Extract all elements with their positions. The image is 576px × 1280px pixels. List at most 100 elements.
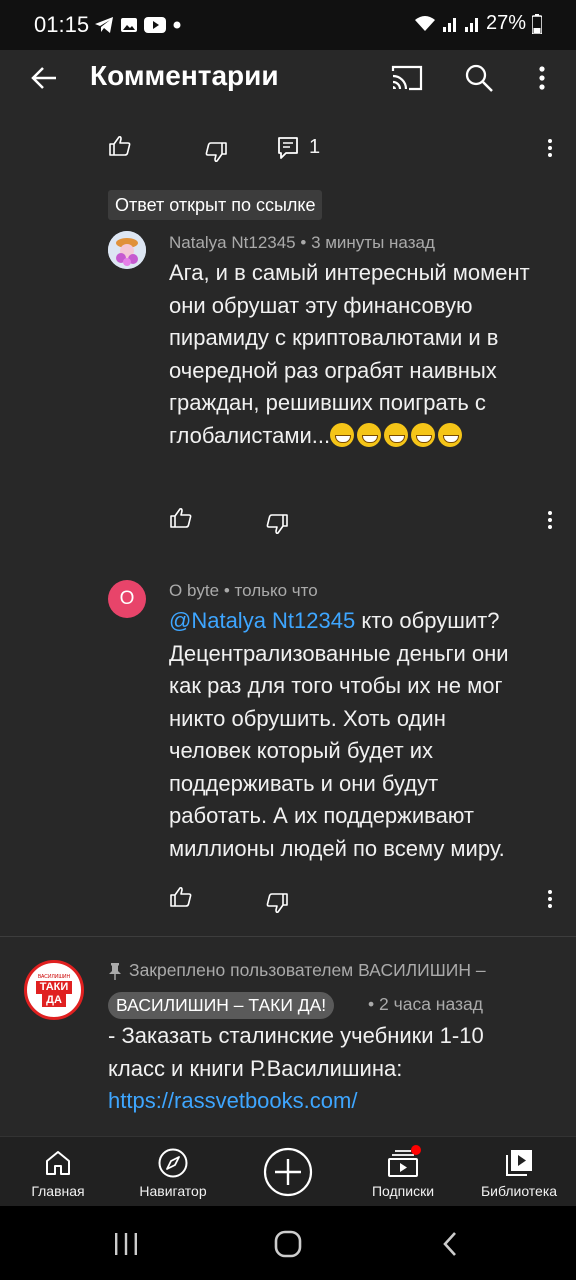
cast-button[interactable] xyxy=(385,56,429,100)
comment-meta: Natalya Nt12345 • 3 минуты назад xyxy=(169,233,435,253)
avatar-logo-text: ВАСИЛИШИН xyxy=(37,973,71,980)
nav-explore[interactable]: Навигатор xyxy=(128,1137,218,1207)
avatar-letter: O xyxy=(119,588,135,609)
like-button[interactable] xyxy=(100,126,140,166)
comment-time: 3 минуты назад xyxy=(311,233,435,252)
nav-subscriptions[interactable]: Подписки xyxy=(358,1137,448,1207)
comment-body: кто обрушит? Децентрализованные деньги о… xyxy=(169,608,509,861)
thumb-down-icon xyxy=(266,893,288,914)
status-right: 27% xyxy=(414,12,542,35)
comment-time: только что xyxy=(234,581,318,600)
pin-icon xyxy=(109,962,121,980)
dislike-button[interactable] xyxy=(196,132,236,172)
signal-icon-2 xyxy=(464,17,478,32)
status-notification-icons xyxy=(94,13,182,37)
comment-text: @Natalya Nt12345 кто обрушит? Децентрали… xyxy=(169,605,529,865)
compass-icon xyxy=(155,1145,191,1181)
laughing-emoji-icon xyxy=(330,422,355,447)
cast-icon xyxy=(391,65,423,91)
status-time: 01:15 xyxy=(34,12,90,37)
more-vert-icon xyxy=(548,139,552,157)
like-button[interactable] xyxy=(161,877,201,917)
system-navigation-bar xyxy=(0,1206,576,1280)
app-bar: Комментарии xyxy=(0,50,576,106)
comment-meta: O byte • только что xyxy=(169,581,318,601)
pinned-label: Закреплено пользователем ВАСИЛИШИН – xyxy=(108,960,486,981)
system-back-button[interactable] xyxy=(420,1222,480,1266)
back-button[interactable] xyxy=(22,56,66,100)
laughing-emoji-icon xyxy=(438,422,463,447)
laughing-emoji-icon xyxy=(357,422,382,447)
comment-meta: • 2 часа назад xyxy=(368,994,483,1015)
more-vert-icon xyxy=(548,511,552,529)
dot-icon xyxy=(173,21,181,29)
avatar[interactable] xyxy=(108,231,146,269)
recent-apps-button[interactable] xyxy=(96,1222,156,1266)
nav-label: Библиотека xyxy=(480,1183,558,1199)
meta-separator: • xyxy=(300,233,312,252)
avatar-logo-text: ТАКИ xyxy=(35,980,73,994)
home-circle-icon xyxy=(274,1230,302,1258)
comment-author[interactable]: O byte xyxy=(169,581,219,600)
wifi-icon xyxy=(414,15,435,31)
laughing-emoji-icon xyxy=(411,422,436,447)
like-button[interactable] xyxy=(161,498,201,538)
meta-separator: • xyxy=(368,994,379,1014)
back-arrow-icon xyxy=(31,67,56,89)
section-divider xyxy=(0,936,576,937)
home-system-button[interactable] xyxy=(258,1222,318,1266)
page-title: Комментарии xyxy=(90,60,279,91)
gallery-icon xyxy=(121,18,137,32)
nav-create[interactable] xyxy=(248,1137,328,1207)
mention-link[interactable]: @Natalya Nt12345 xyxy=(169,608,355,633)
dislike-button[interactable] xyxy=(257,504,297,544)
battery-percent: 27% xyxy=(485,12,526,34)
more-vert-icon xyxy=(548,890,552,908)
laughing-emoji-icon xyxy=(384,422,409,447)
pinned-link[interactable]: https://rassvetbooks.com/ xyxy=(108,1085,488,1118)
thumb-up-icon xyxy=(109,135,131,156)
linked-comment-tag: Ответ открыт по ссылке xyxy=(108,190,323,220)
more-options-button[interactable] xyxy=(520,56,564,100)
pinned-comment-text: - Заказать сталинские учебники 1-10 клас… xyxy=(108,1020,488,1118)
comment-time: 2 часа назад xyxy=(379,994,483,1014)
thumb-down-icon xyxy=(266,514,288,535)
author-chip[interactable]: ВАСИЛИШИН – ТАКИ ДА! xyxy=(108,992,335,1019)
subscriptions-icon xyxy=(385,1145,421,1181)
replies-button[interactable] xyxy=(268,128,308,168)
dislike-button[interactable] xyxy=(257,883,297,923)
signal-icon xyxy=(442,17,456,32)
avatar-logo-text: ДА xyxy=(42,993,66,1007)
avatar[interactable]: O xyxy=(108,580,146,618)
thumb-down-icon xyxy=(205,142,227,163)
nav-label: Подписки xyxy=(371,1183,435,1199)
comment-more-button[interactable] xyxy=(530,879,570,919)
recent-apps-icon xyxy=(115,1233,137,1255)
library-icon xyxy=(501,1145,537,1181)
channel-avatar[interactable]: ВАСИЛИШИН ТАКИ ДА xyxy=(24,960,84,1020)
nav-label: Главная xyxy=(31,1183,85,1199)
comment-body: Ага, и в самый интересный момент они обр… xyxy=(169,260,530,448)
pinned-by-text: Закреплено пользователем ВАСИЛИШИН – xyxy=(129,960,486,980)
telegram-icon xyxy=(95,17,113,33)
nav-library[interactable]: Библиотека xyxy=(474,1137,564,1207)
comment-more-button[interactable] xyxy=(530,500,570,540)
search-icon xyxy=(465,64,493,92)
comments-content: 1 Ответ открыт по ссылке Natalya Nt12345… xyxy=(0,106,576,1136)
pinned-comment-body: - Заказать сталинские учебники 1-10 клас… xyxy=(108,1023,484,1081)
youtube-status-icon xyxy=(144,17,166,33)
more-vert-icon xyxy=(539,66,545,90)
home-icon xyxy=(40,1145,76,1181)
search-button[interactable] xyxy=(457,56,501,100)
back-chevron-icon xyxy=(443,1232,456,1256)
comment-more-button[interactable] xyxy=(530,128,570,168)
bottom-navigation: Главная Навигатор Подписки Библиотека xyxy=(0,1136,576,1206)
comment-icon xyxy=(278,137,298,159)
thumb-up-icon xyxy=(170,886,192,907)
nav-home[interactable]: Главная xyxy=(18,1137,98,1207)
meta-separator: • xyxy=(223,581,235,600)
reply-count: 1 xyxy=(309,136,321,158)
comment-author[interactable]: Natalya Nt12345 xyxy=(169,233,296,252)
thumb-up-icon xyxy=(170,507,192,528)
notification-dot xyxy=(411,1145,421,1155)
